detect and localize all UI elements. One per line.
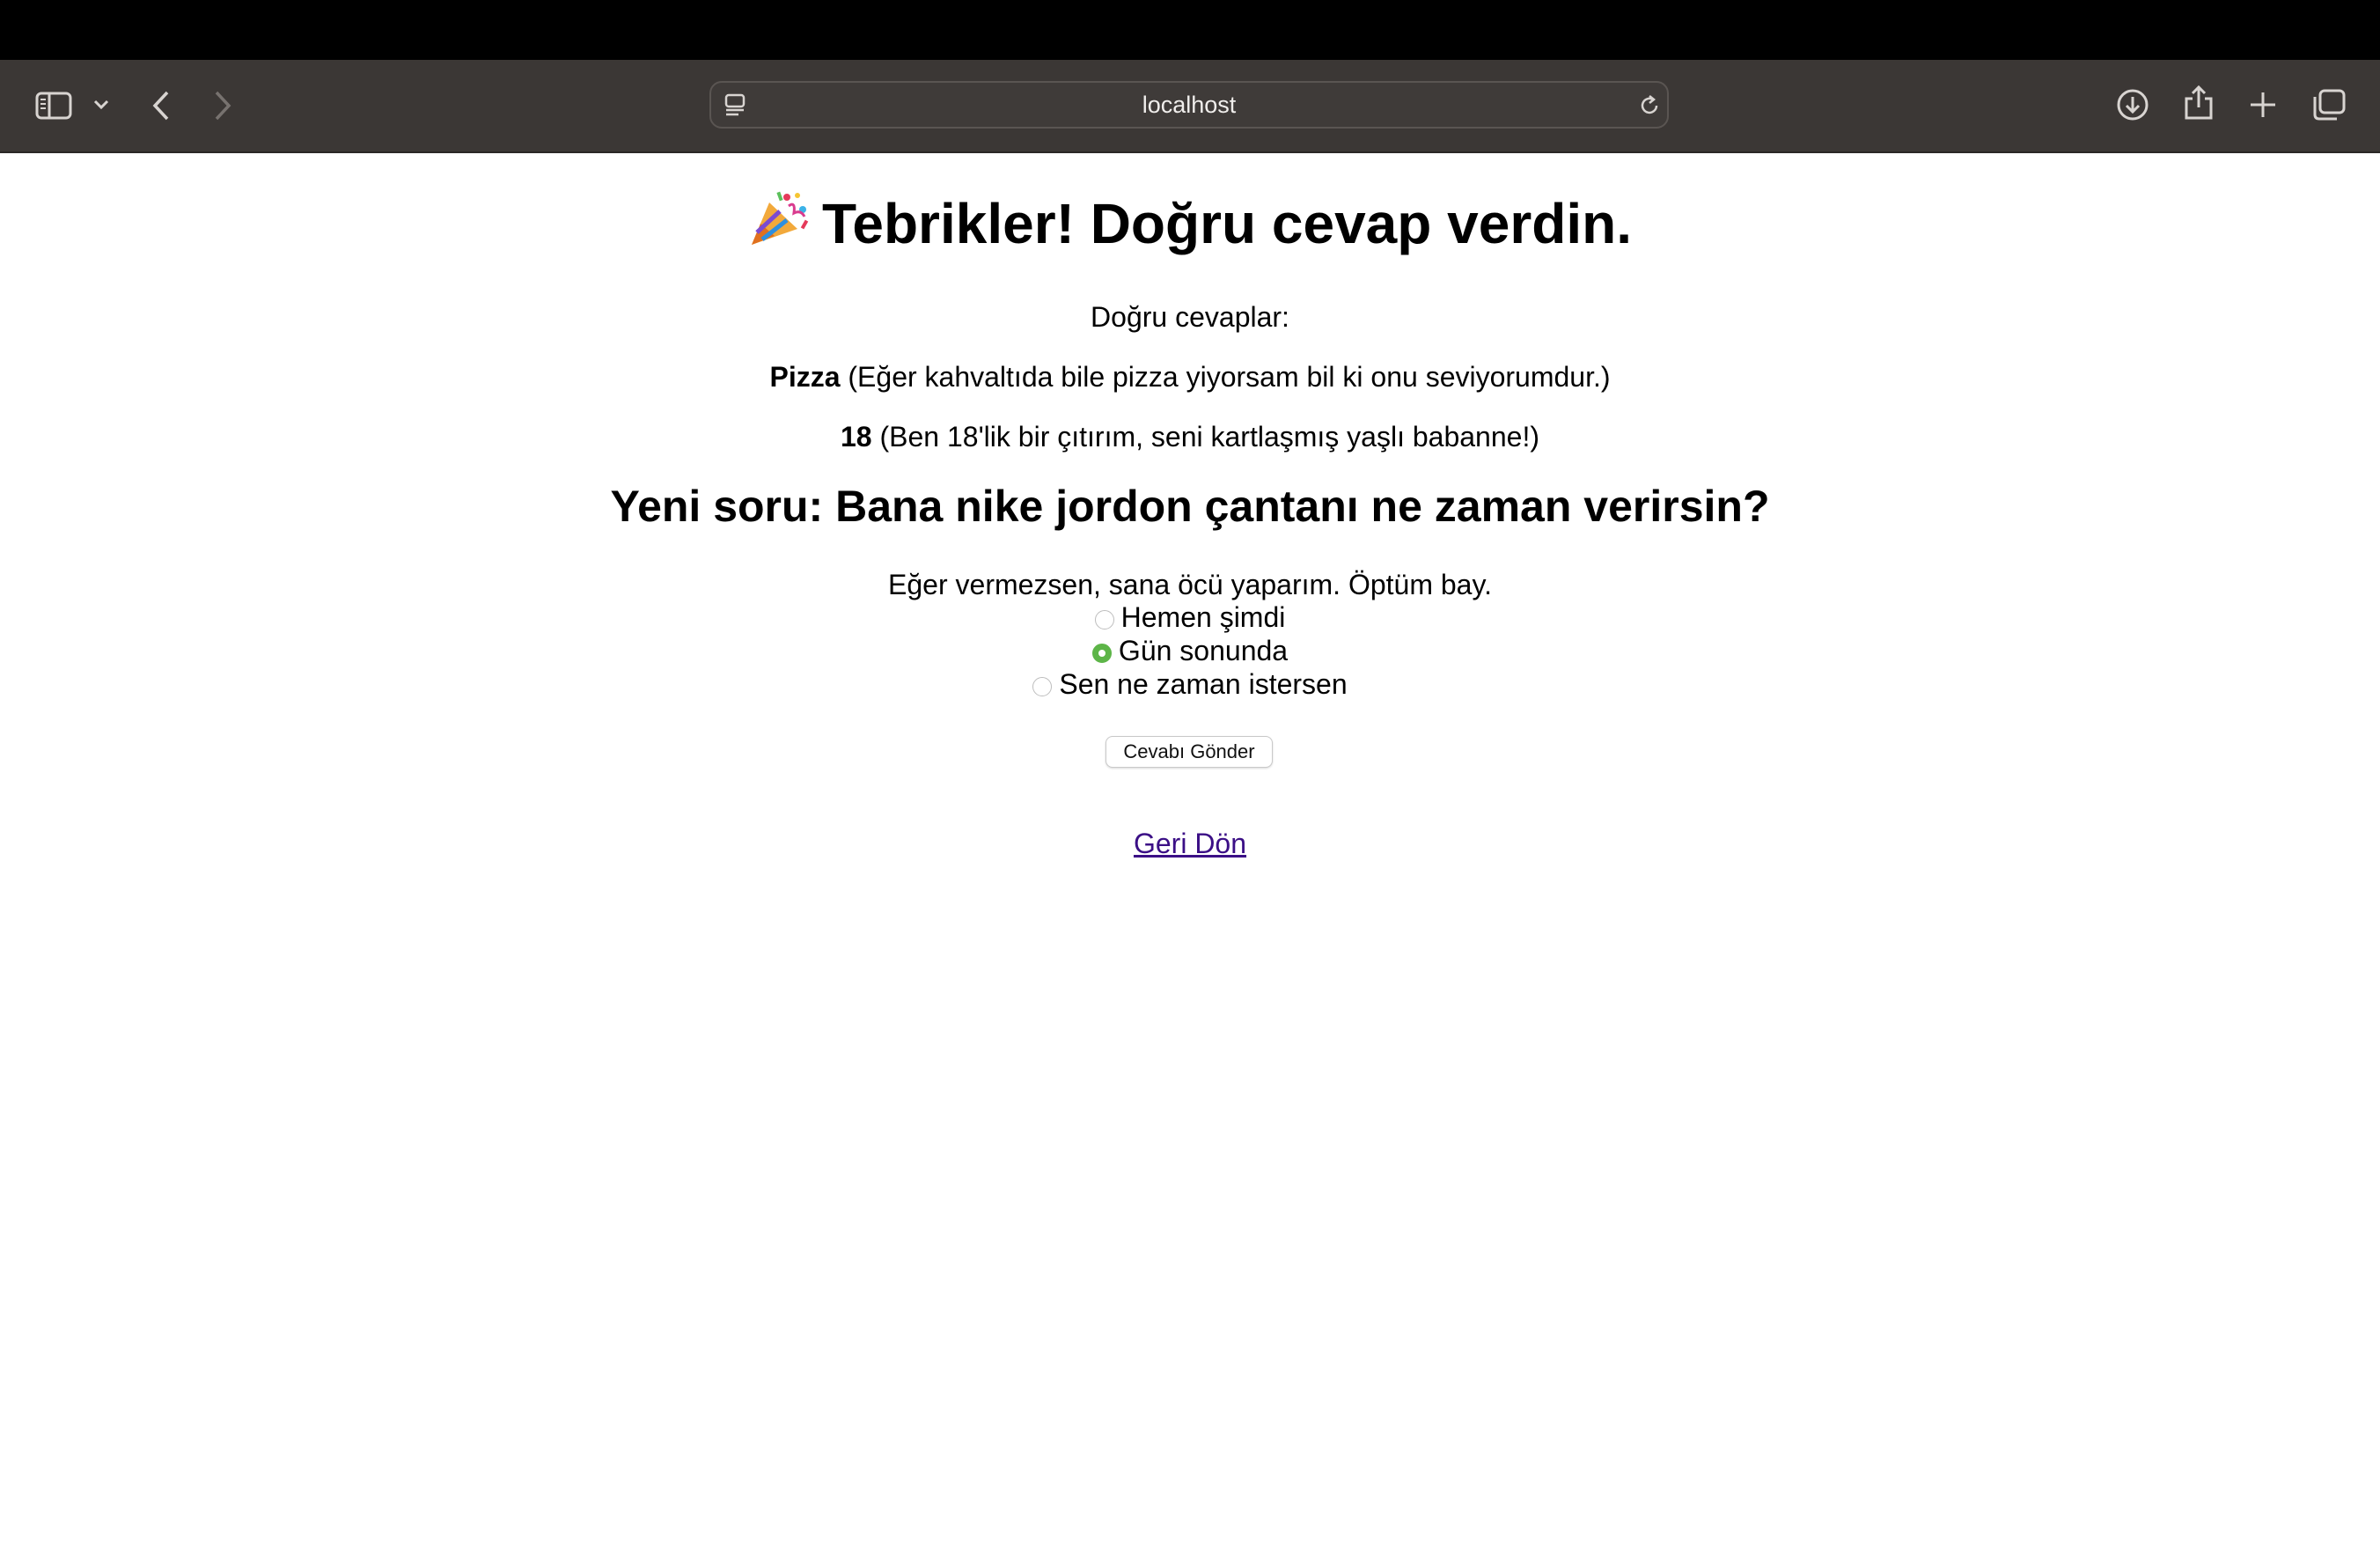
page-title: Tebrikler! Doğru cevap verdin. — [0, 188, 2380, 259]
correct-answers-heading: Doğru cevaplar: — [1091, 301, 1289, 333]
back-link[interactable]: Geri Dön — [1134, 828, 1246, 859]
tabs-overview-icon[interactable] — [2311, 88, 2347, 121]
radio-button[interactable] — [1094, 610, 1114, 629]
option-gun-sonunda[interactable]: Gün sonunda — [0, 634, 2380, 667]
option-sen-ne-zaman-istersen[interactable]: Sen ne zaman istersen — [0, 667, 2380, 701]
option-label: Hemen şimdi — [1120, 601, 1286, 633]
answer-2-bold: 18 — [841, 421, 872, 453]
radio-button-checked[interactable] — [1091, 644, 1112, 663]
question-heading: Yeni soru: Bana nike jordon çantanı ne z… — [610, 482, 1770, 531]
macos-top-bar — [0, 0, 2380, 60]
option-label: Gün sonunda — [1118, 635, 1289, 666]
share-icon[interactable] — [2183, 85, 2215, 121]
sidebar-icon[interactable] — [35, 92, 72, 120]
address-bar[interactable]: localhost — [709, 81, 1669, 129]
party-popper-icon — [748, 190, 810, 248]
radio-button[interactable] — [1032, 677, 1053, 696]
download-icon[interactable] — [2116, 88, 2149, 121]
answer-1-text: (Eğer kahvaltıda bile pizza yiyorsam bil… — [840, 361, 1611, 393]
chevron-down-icon[interactable] — [93, 99, 109, 111]
chevron-right-icon[interactable] — [213, 90, 232, 121]
submit-button[interactable]: Cevabı Gönder — [1106, 736, 1273, 768]
question-note: Eğer vermezsen, sana öcü yaparım. Öptüm … — [888, 569, 1492, 600]
option-label: Sen ne zaman istersen — [1059, 668, 1348, 700]
chevron-left-icon[interactable] — [151, 90, 171, 121]
answer-2-text: (Ben 18'lik bir çıtırım, seni kartlaşmış… — [871, 421, 1539, 453]
answer-line-2: 18 (Ben 18'lik bir çıtırım, seni kartlaş… — [0, 419, 2380, 454]
browser-toolbar: localhost — [0, 60, 2380, 153]
back-link-container: Geri Dön — [0, 826, 2380, 861]
plus-icon[interactable] — [2248, 90, 2278, 120]
answer-1-bold: Pizza — [769, 361, 841, 393]
page-title-text: Tebrikler! Doğru cevap verdin. — [822, 192, 1632, 255]
option-hemen-simdi[interactable]: Hemen şimdi — [0, 600, 2380, 634]
answer-line-1: Pizza (Eğer kahvaltıda bile pizza yiyors… — [0, 359, 2380, 394]
reload-icon[interactable] — [1637, 93, 1662, 118]
url-text: localhost — [1142, 92, 1237, 118]
